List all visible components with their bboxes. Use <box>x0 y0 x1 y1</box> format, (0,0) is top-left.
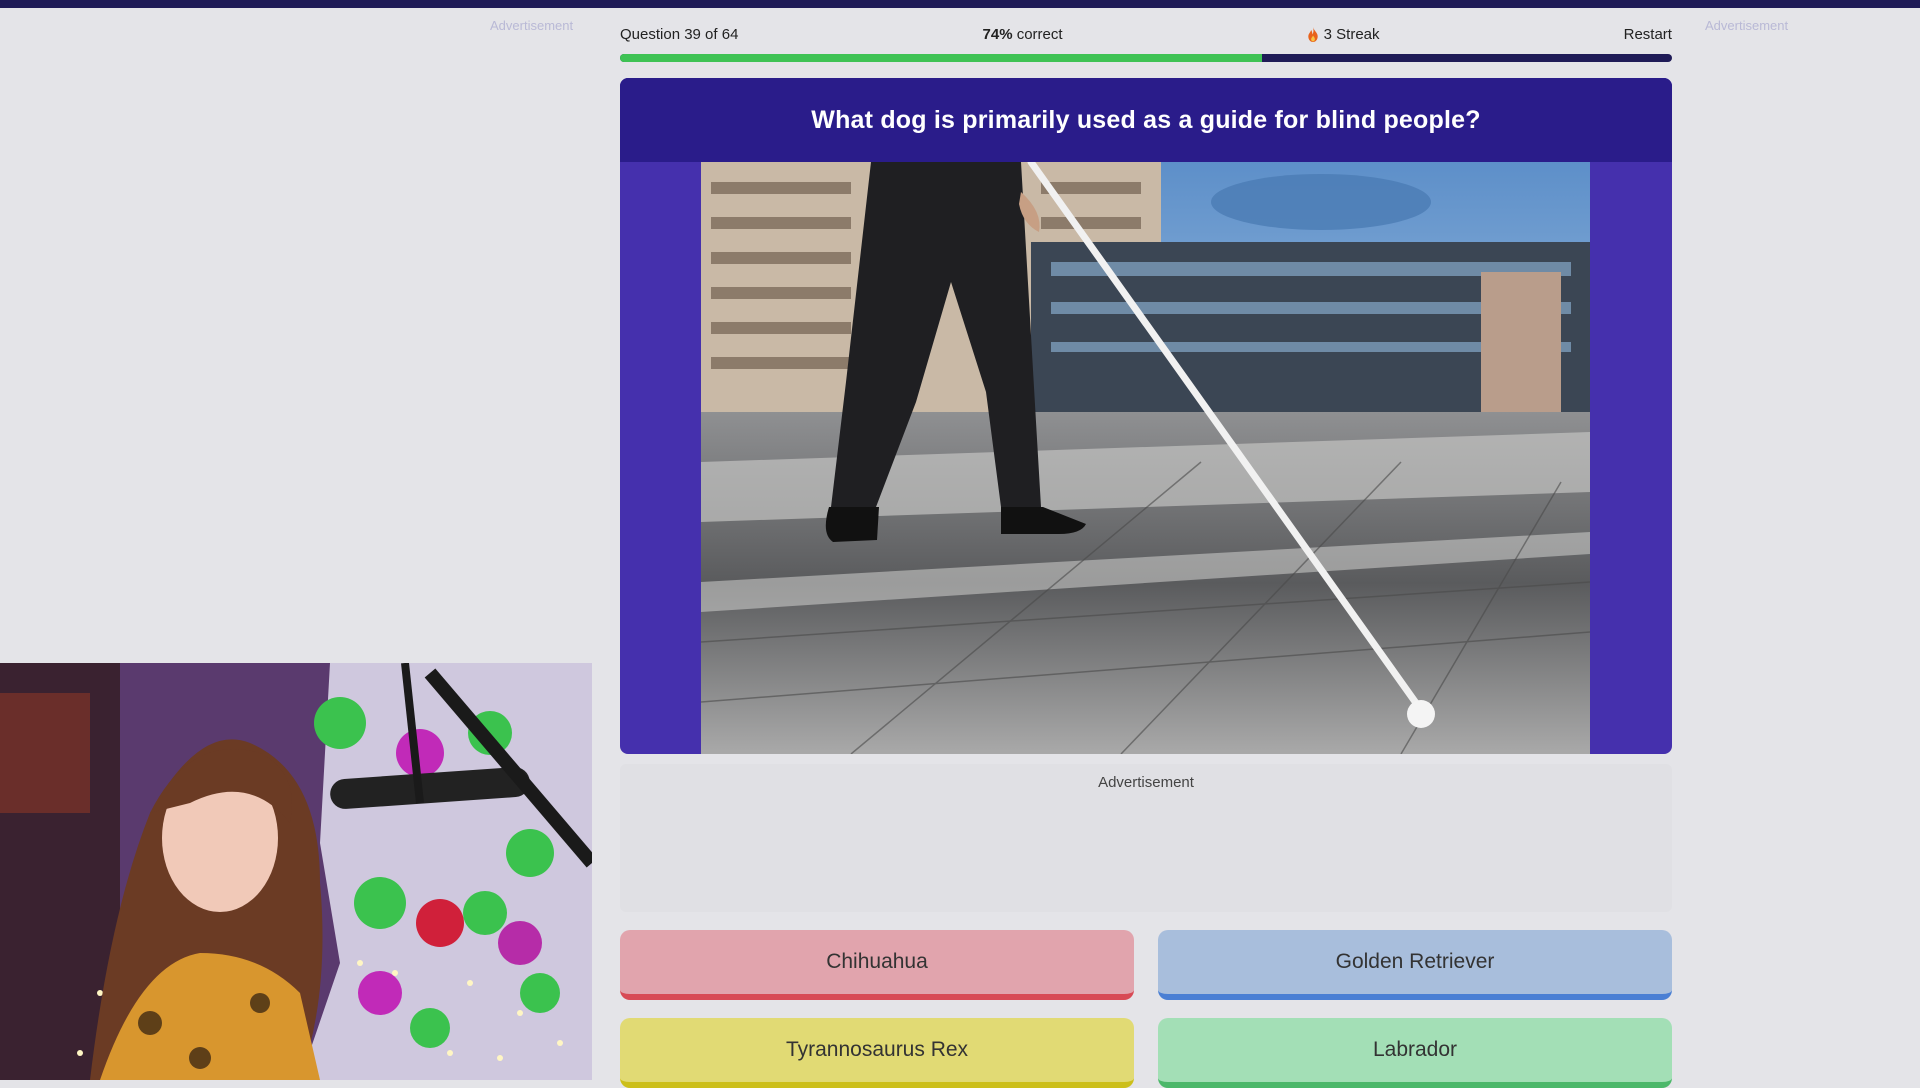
streamer-webcam-illustration <box>0 663 592 1080</box>
advertisement-label-center: Advertisement <box>1098 774 1194 791</box>
correct-percentage: 74% correct <box>983 26 1063 43</box>
blind-person-with-cane-illustration <box>701 162 1590 754</box>
top-accent-bar <box>0 0 1920 8</box>
advertisement-slot: Advertisement <box>620 764 1672 912</box>
flame-icon <box>1307 26 1318 42</box>
streak-indicator: 3 Streak <box>1307 26 1380 43</box>
advertisement-label-right: Advertisement <box>1705 18 1789 33</box>
quiz-progress-bar <box>620 54 1672 62</box>
answer-button-2[interactable]: Golden Retriever <box>1158 930 1672 1000</box>
restart-button[interactable]: Restart <box>1624 26 1672 43</box>
quiz-status-row: Question 39 of 64 74% correct 3 Streak R… <box>620 22 1672 46</box>
question-counter: Question 39 of 64 <box>620 25 739 43</box>
quiz-progress-fill <box>620 54 1262 62</box>
question-image <box>701 162 1590 754</box>
answer-button-4[interactable]: Labrador <box>1158 1018 1672 1088</box>
advertisement-label-left: Advertisement <box>490 18 574 33</box>
quiz-panel: Question 39 of 64 74% correct 3 Streak R… <box>620 22 1672 1088</box>
webcam-overlay <box>0 663 592 1080</box>
question-header: What dog is primarily used as a guide fo… <box>620 78 1672 162</box>
correct-percent-value: 74% <box>982 25 1013 43</box>
question-text: What dog is primarily used as a guide fo… <box>811 105 1481 134</box>
question-card: What dog is primarily used as a guide fo… <box>620 78 1672 754</box>
streak-count: 3 Streak <box>1323 25 1380 43</box>
answer-button-1[interactable]: Chihuahua <box>620 930 1134 1000</box>
answer-grid: Chihuahua Golden Retriever Tyrannosaurus… <box>620 930 1672 1088</box>
correct-percent-suffix: correct <box>1012 25 1063 43</box>
answer-button-3[interactable]: Tyrannosaurus Rex <box>620 1018 1134 1088</box>
